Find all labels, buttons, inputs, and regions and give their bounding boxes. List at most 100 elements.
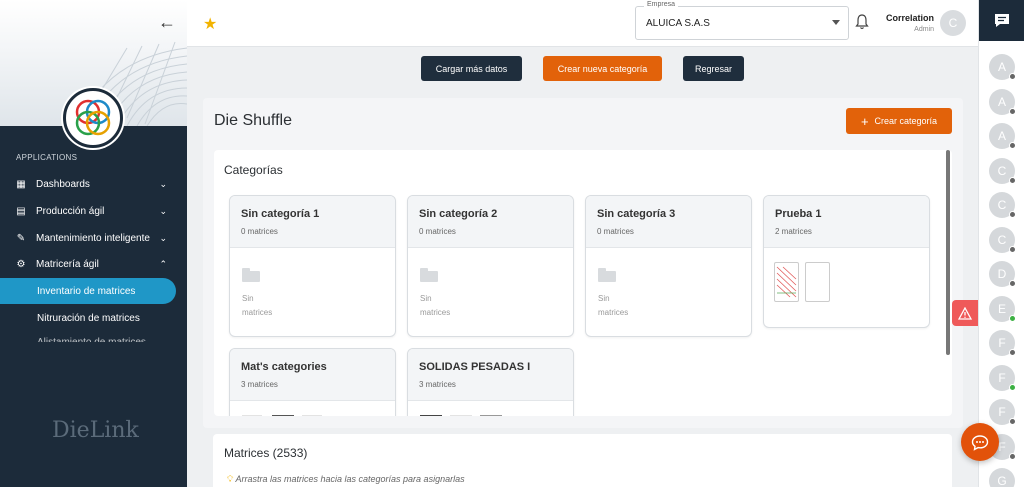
status-dot bbox=[1009, 73, 1016, 80]
page-title: Die Shuffle bbox=[214, 112, 292, 129]
chevron-down-icon: ⌄ bbox=[159, 206, 167, 216]
sidebar-item-mantenimiento[interactable]: ✎ Mantenimiento inteligente ⌄ bbox=[0, 225, 187, 252]
empty-category: Sin matrices bbox=[242, 268, 272, 320]
collapse-sidebar-icon[interactable]: ← bbox=[157, 12, 177, 32]
message-icon bbox=[995, 14, 1009, 27]
category-name: Mat's categories bbox=[241, 361, 327, 373]
empresa-select[interactable]: Empresa ALUICA S.A.S bbox=[635, 1, 849, 40]
caret-down-icon bbox=[832, 20, 840, 25]
contact-avatar[interactable]: F bbox=[989, 399, 1016, 425]
category-name: SOLIDAS PESADAS I bbox=[419, 361, 531, 373]
warning-icon bbox=[958, 306, 972, 320]
contact-avatar[interactable]: C bbox=[989, 192, 1016, 218]
matrix-thumbnail[interactable] bbox=[242, 415, 262, 416]
category-card[interactable]: Prueba 1 2 matrices bbox=[763, 195, 930, 328]
category-header: Sin categoría 3 0 matrices bbox=[586, 196, 751, 248]
contact-avatar[interactable]: C bbox=[989, 226, 1016, 253]
contact-avatar[interactable]: A bbox=[989, 123, 1016, 149]
plus-icon: + bbox=[860, 113, 869, 129]
wrench-icon: ✎ bbox=[16, 232, 26, 244]
category-name: Sin categoría 3 bbox=[597, 208, 676, 220]
contact-avatar[interactable]: F bbox=[989, 364, 1016, 391]
matrices-panel: Matrices (2533) 💡︎ Arrastra las matrices… bbox=[213, 434, 952, 487]
contact-avatar[interactable]: G bbox=[989, 468, 1015, 487]
scrollbar[interactable] bbox=[946, 150, 950, 355]
gear-icon: ⚙ bbox=[16, 258, 26, 270]
folder-icon bbox=[420, 268, 438, 282]
status-dot bbox=[1009, 280, 1016, 287]
matrix-thumbnail[interactable] bbox=[774, 262, 799, 302]
category-count: 2 matrices bbox=[775, 227, 812, 236]
status-dot bbox=[1009, 349, 1016, 356]
die-shuffle-card: Die Shuffle + Crear categoría Categorías… bbox=[203, 98, 963, 428]
contact-avatar[interactable]: E bbox=[989, 295, 1016, 322]
chart-bar-icon: ▦ bbox=[16, 178, 26, 190]
user-role: Admin bbox=[914, 26, 934, 33]
sidebar-subitem-inventario[interactable]: Inventario de matrices bbox=[0, 278, 176, 304]
sidebar-subitem-alistamiento[interactable]: Alistamiento de matrices bbox=[0, 332, 146, 342]
chat-button[interactable] bbox=[961, 423, 999, 461]
status-dot bbox=[1009, 418, 1016, 425]
contact-avatar[interactable]: C bbox=[989, 157, 1016, 184]
sidebar: ← APPLICATIONS ▦ Dashboards ⌄ ▤ Producci… bbox=[0, 0, 187, 487]
matrices-hint: 💡︎ Arrastra las matrices hacia las categ… bbox=[227, 474, 465, 485]
sidebar-item-dashboards[interactable]: ▦ Dashboards ⌄ bbox=[0, 171, 187, 198]
sidebar-item-matriceria[interactable]: ⚙ Matricería ágil ⌃ bbox=[0, 251, 187, 278]
chat-bubble-icon bbox=[971, 434, 989, 451]
contact-avatar[interactable]: A bbox=[989, 88, 1016, 115]
categories-panel: Categorías Sin categoría 1 0 matrices Si… bbox=[214, 150, 952, 416]
sidebar-item-label: Producción ágil bbox=[36, 206, 105, 217]
bell-icon[interactable] bbox=[855, 14, 869, 30]
matrix-thumbnail[interactable] bbox=[450, 415, 472, 416]
status-dot bbox=[1009, 211, 1016, 218]
category-card[interactable]: Sin categoría 1 0 matrices Sin matrices bbox=[229, 195, 396, 337]
status-dot bbox=[1009, 452, 1016, 460]
status-dot bbox=[1009, 107, 1016, 115]
status-dot bbox=[1009, 245, 1016, 253]
chevron-up-icon: ⌃ bbox=[159, 259, 167, 269]
contact-avatar[interactable]: F bbox=[989, 330, 1016, 356]
category-card[interactable]: Mat's categories 3 matrices bbox=[229, 348, 396, 416]
empty-category: Sin matrices bbox=[598, 268, 628, 320]
status-dot bbox=[1009, 383, 1016, 391]
category-header: SOLIDAS PESADAS I 3 matrices bbox=[408, 349, 573, 401]
top-bar: ★ Empresa ALUICA S.A.S Correlation Admin… bbox=[187, 0, 978, 47]
matrix-thumbnail[interactable] bbox=[420, 415, 442, 416]
categories-title: Categorías bbox=[224, 163, 283, 177]
matrix-thumbnail[interactable] bbox=[805, 262, 830, 302]
create-new-category-button[interactable]: Crear nueva categoría bbox=[543, 56, 662, 81]
chat-panel-button[interactable] bbox=[979, 0, 1024, 41]
empresa-label: Empresa bbox=[644, 1, 679, 8]
contacts-rail: AAACCCDEFFFFG bbox=[978, 0, 1024, 487]
status-dot bbox=[1009, 314, 1016, 322]
empty-text: Sin matrices bbox=[598, 292, 628, 320]
sidebar-subitem-nitruracion[interactable]: Nitruración de matrices bbox=[0, 305, 140, 331]
load-more-button[interactable]: Cargar más datos bbox=[421, 56, 522, 81]
category-count: 3 matrices bbox=[419, 380, 456, 389]
category-card[interactable]: SOLIDAS PESADAS I 3 matrices bbox=[407, 348, 574, 416]
alert-tab[interactable] bbox=[952, 300, 978, 326]
avatar[interactable]: C bbox=[940, 10, 966, 36]
category-name: Prueba 1 bbox=[775, 208, 822, 220]
matrix-thumbnail[interactable] bbox=[272, 415, 294, 416]
status-dot bbox=[1009, 142, 1016, 149]
sidebar-item-produccion[interactable]: ▤ Producción ágil ⌄ bbox=[0, 198, 187, 225]
favorite-star-icon[interactable]: ★ bbox=[203, 14, 217, 34]
folder-icon bbox=[242, 268, 260, 282]
category-count: 3 matrices bbox=[241, 380, 278, 389]
category-name: Sin categoría 1 bbox=[241, 208, 320, 220]
create-category-button[interactable]: + Crear categoría bbox=[846, 108, 952, 134]
sidebar-item-label: Matricería ágil bbox=[36, 259, 99, 270]
category-card[interactable]: Sin categoría 3 0 matrices Sin matrices bbox=[585, 195, 752, 337]
contact-avatar[interactable]: D bbox=[989, 261, 1016, 287]
matrix-thumbnail[interactable] bbox=[302, 415, 322, 416]
empty-category: Sin matrices bbox=[420, 268, 450, 320]
matrix-thumbnail[interactable] bbox=[480, 415, 502, 416]
contact-avatar[interactable]: A bbox=[989, 54, 1016, 80]
category-card[interactable]: Sin categoría 2 0 matrices Sin matrices bbox=[407, 195, 574, 337]
back-button[interactable]: Regresar bbox=[683, 56, 744, 81]
empty-text-line: matrices bbox=[420, 308, 451, 317]
category-name: Sin categoría 2 bbox=[419, 208, 498, 220]
chevron-down-icon: ⌄ bbox=[159, 179, 167, 189]
sidebar-item-label: Mantenimiento inteligente bbox=[36, 233, 150, 244]
